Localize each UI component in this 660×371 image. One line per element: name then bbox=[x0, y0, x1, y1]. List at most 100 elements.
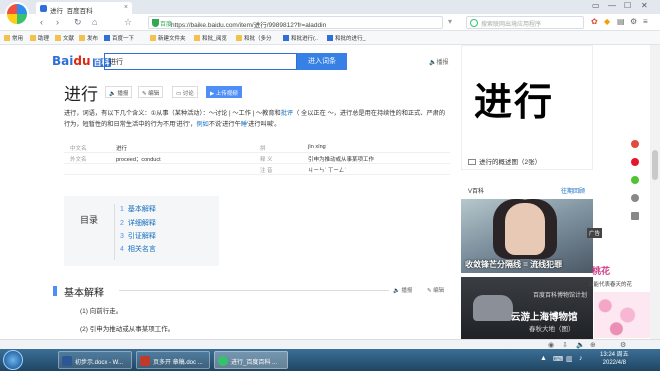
link-example[interactable]: 例如 bbox=[196, 121, 208, 128]
tray-icon[interactable]: ▲ bbox=[540, 355, 547, 362]
bookmark-item[interactable]: 和批进行(.. bbox=[283, 34, 318, 42]
game-icon[interactable]: ✿ bbox=[591, 17, 598, 26]
browser-status-bar: ◉ ⇩ 🔈 ⊕ ⚙ bbox=[0, 339, 660, 349]
page-left-margin bbox=[0, 45, 49, 349]
toc-item[interactable]: 4 相关名言 bbox=[120, 244, 156, 254]
download-icon[interactable]: ⇩ bbox=[562, 341, 568, 349]
browser-icon bbox=[218, 356, 228, 366]
reload-icon[interactable]: ↻ bbox=[74, 17, 82, 27]
address-dropdown-icon[interactable]: ▾ bbox=[448, 17, 452, 26]
vertical-scrollbar[interactable] bbox=[650, 45, 660, 349]
close-window-button[interactable]: ✕ bbox=[641, 1, 648, 10]
search-engine-icon bbox=[470, 19, 478, 27]
taskbar-browser-button[interactable]: 进行_百度百科 ... bbox=[214, 351, 288, 369]
bookmark-item[interactable]: 新建文件夹 bbox=[150, 34, 186, 42]
entry-summary: 进行，词语，有以下几个含义：①从事（某种活动）：～讨论 | ～工作 | ～教育和… bbox=[64, 110, 446, 128]
maximize-button[interactable]: ☐ bbox=[624, 1, 631, 10]
folder-icon bbox=[30, 35, 36, 41]
minimize-button[interactable]: — bbox=[608, 1, 616, 10]
scrollbar-thumb[interactable] bbox=[652, 150, 658, 180]
toc-item[interactable]: 3 引证解释 bbox=[120, 231, 156, 241]
vbaike-video-card[interactable]: 收敛锋芒分隔线 = 流线犯罪 bbox=[461, 199, 593, 273]
tray-icon[interactable]: ⌨ bbox=[553, 355, 563, 363]
section-listen-button[interactable]: 🔈 播报 bbox=[393, 286, 412, 294]
forward-icon[interactable]: › bbox=[56, 17, 59, 27]
security-label: 百度 bbox=[160, 22, 173, 28]
bookmark-item[interactable]: 和批（多分 bbox=[236, 34, 272, 42]
browser-search-box[interactable]: 搜索联网出境应用程序 bbox=[466, 16, 584, 29]
taskbar-wps-button[interactable]: 页多开 章稿.doc ... bbox=[136, 351, 210, 369]
ad-text[interactable]: 最能代表春天的花 bbox=[588, 280, 632, 288]
taskbar-word-button[interactable]: 初步示.docx - W... bbox=[58, 351, 132, 369]
museum-caption: 云游上海博物馆 bbox=[511, 312, 578, 323]
bookmark-item[interactable]: 和批_阅览 bbox=[194, 34, 227, 42]
folder-icon bbox=[79, 35, 85, 41]
window-menu-icon[interactable]: ▭ bbox=[592, 1, 600, 10]
bookmark-item[interactable]: 百度一下 bbox=[104, 34, 134, 42]
menu-icon[interactable]: ≡ bbox=[643, 17, 648, 26]
enter-entry-button[interactable]: 进入词条 bbox=[297, 53, 347, 70]
zoom-icon[interactable]: ⊕ bbox=[590, 341, 596, 349]
discuss-button[interactable]: ▭ 讨论 bbox=[172, 86, 198, 98]
section-edit-button[interactable]: ✎ 编辑 bbox=[427, 286, 444, 294]
network-icon[interactable]: ▥ bbox=[566, 355, 573, 363]
wechat-share-icon[interactable] bbox=[631, 176, 639, 184]
bookmark-item[interactable]: 常用 bbox=[4, 34, 23, 42]
listen-button[interactable]: 🔈 播报 bbox=[105, 86, 133, 98]
bookmark-icon[interactable]: ▤ bbox=[617, 17, 625, 26]
ad-tag: 广告 bbox=[587, 228, 603, 238]
baidu-paw-icon bbox=[327, 35, 333, 41]
table-of-contents: 目录 1 基本解释 2 详细解释 3 引证解释 4 相关名言 bbox=[64, 196, 219, 266]
home-icon[interactable]: ⌂ bbox=[92, 17, 97, 27]
baike-search-input[interactable]: 进行 bbox=[104, 53, 297, 70]
toc-item[interactable]: 1 基本解释 bbox=[120, 204, 156, 214]
info-row: 注 音ㄐㄧㄣˋ ㄒㄧㄥˊ bbox=[64, 164, 450, 175]
bronze-beast-image bbox=[473, 295, 513, 321]
tab-close-button[interactable]: × bbox=[124, 4, 128, 11]
tools-icon[interactable]: ⚙ bbox=[630, 17, 637, 26]
edit-button[interactable]: ✎ 编辑 bbox=[138, 86, 164, 98]
address-bar[interactable]: 百度 https://baike.baidu.com/item/进行/99898… bbox=[148, 16, 443, 29]
info-row: 中文名 进行 拼 jìn xíng bbox=[64, 142, 450, 153]
volume-icon[interactable]: ♪ bbox=[579, 355, 583, 362]
qq-share-icon[interactable] bbox=[631, 194, 639, 202]
bookmark-item[interactable]: 助理 bbox=[30, 34, 49, 42]
folder-icon bbox=[194, 35, 200, 41]
folder-icon bbox=[4, 35, 10, 41]
header-listen-button[interactable]: 🔈播报 bbox=[429, 57, 449, 66]
toc-item[interactable]: 2 详细解释 bbox=[120, 218, 156, 228]
taskbar-clock[interactable]: 13:24 周五 2022/4/8 bbox=[600, 351, 629, 367]
vbaike-label: V百科 bbox=[468, 189, 485, 195]
museum-card[interactable]: 百度百科博物馆计划 云游上海博物馆 春秋大地（图） bbox=[461, 277, 593, 339]
bookmark-item[interactable]: 文献 bbox=[55, 34, 74, 42]
peach-blossom-image[interactable] bbox=[594, 292, 650, 338]
status-icon[interactable]: ⚙ bbox=[620, 341, 626, 349]
windows-taskbar: 初步示.docx - W... 页多开 章稿.doc ... 进行_百度百科 .… bbox=[0, 349, 660, 371]
browser-logo-icon[interactable] bbox=[5, 2, 29, 26]
link-criticism[interactable]: 批评 bbox=[281, 110, 293, 117]
ad-title[interactable]: 桃花 bbox=[592, 264, 610, 277]
status-icon[interactable]: ◉ bbox=[548, 341, 554, 349]
bookmark-item[interactable]: 和批的进行_ bbox=[327, 34, 366, 42]
extension-icon[interactable]: ◆ bbox=[604, 17, 610, 26]
sound-icon[interactable]: 🔈 bbox=[576, 341, 585, 349]
bookmark-item[interactable]: 发布 bbox=[79, 34, 98, 42]
overview-caption[interactable]: 进行的概述图（2张） bbox=[468, 156, 541, 166]
back-icon[interactable]: ‹ bbox=[40, 17, 43, 27]
favorite-star-icon[interactable]: ☆ bbox=[124, 17, 132, 27]
section-marker bbox=[53, 286, 57, 296]
word-icon bbox=[62, 356, 72, 366]
baidu-baike-logo[interactable]: Baidu 百科 bbox=[52, 54, 111, 68]
upload-video-button[interactable]: ▶ 上传视频 bbox=[206, 86, 242, 98]
browser-search-placeholder: 搜索联网出境应用程序 bbox=[481, 22, 542, 28]
mobile-share-icon[interactable] bbox=[631, 212, 639, 220]
vbaike-more-link[interactable]: 往期回顾 bbox=[561, 186, 585, 195]
toc-title: 目录 bbox=[80, 215, 99, 225]
video-caption: 收敛锋芒分隔线 = 流线犯罪 bbox=[465, 260, 563, 269]
start-button[interactable] bbox=[3, 350, 23, 370]
entry-title: 进行 bbox=[64, 85, 98, 105]
qzone-share-icon[interactable] bbox=[631, 140, 639, 148]
overview-image-chars: 进行 bbox=[474, 80, 555, 124]
basic-info-table: 中文名 进行 拼 jìn xíng 外文名 proceed；conduct 释 义引申… bbox=[64, 142, 450, 175]
weibo-share-icon[interactable] bbox=[631, 158, 639, 166]
